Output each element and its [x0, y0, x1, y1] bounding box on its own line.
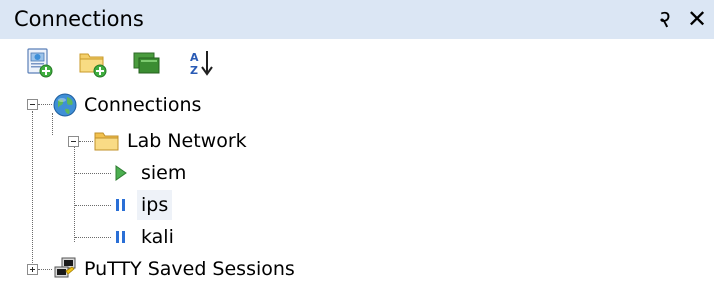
- screens-button[interactable]: [130, 46, 164, 80]
- connections-tree: Connections Lab Network siem ips kali Pu…: [0, 89, 714, 284]
- tree-node-connections[interactable]: Connections: [0, 90, 400, 120]
- folder-icon: [94, 132, 119, 151]
- tree-node-label: Lab Network: [127, 130, 247, 152]
- new-folder-button[interactable]: [76, 46, 110, 80]
- tree-node-siem[interactable]: siem: [0, 158, 400, 188]
- panel-title: Connections: [14, 7, 144, 31]
- connections-panel: Connections २ ✕ A Z Connections Lab Netw…: [0, 0, 714, 284]
- disconnected-pause-icon: [116, 231, 125, 243]
- tree-connector: [75, 205, 111, 206]
- disconnected-pause-icon: [116, 199, 125, 211]
- tree-connector: [75, 237, 111, 238]
- close-button[interactable]: ✕: [684, 4, 710, 34]
- tree-node-putty-sessions[interactable]: PuTTY Saved Sessions: [0, 254, 400, 284]
- connected-play-icon: [115, 165, 127, 181]
- new-connection-icon: [27, 48, 53, 78]
- new-folder-icon: [79, 53, 107, 78]
- putty-icon: [54, 257, 76, 278]
- collapse-toggle[interactable]: [27, 99, 38, 110]
- tree-connector: [79, 141, 93, 142]
- tree-node-kali[interactable]: kali: [0, 222, 400, 252]
- tree-node-label: Connections: [84, 94, 202, 116]
- screens-icon: [133, 52, 160, 74]
- tree-node-ips[interactable]: ips: [0, 190, 400, 220]
- tree-connector: [38, 104, 52, 105]
- new-connection-button[interactable]: [22, 46, 56, 80]
- pin-button[interactable]: २: [652, 4, 678, 34]
- tree-node-label: kali: [141, 226, 174, 248]
- panel-toolbar: A Z: [0, 39, 714, 89]
- tree-node-label: PuTTY Saved Sessions: [84, 258, 295, 280]
- svg-text:Z: Z: [190, 64, 198, 77]
- globe-icon: [53, 93, 77, 117]
- collapse-toggle[interactable]: [68, 136, 79, 147]
- tree-connector: [75, 173, 111, 174]
- sort-az-icon: A Z: [190, 51, 213, 77]
- tree-node-lab-network[interactable]: Lab Network: [0, 126, 400, 156]
- tree-node-label: ips: [137, 190, 173, 220]
- sort-button[interactable]: A Z: [184, 46, 218, 80]
- svg-text:A: A: [190, 51, 199, 64]
- tree-connector: [38, 269, 52, 270]
- tree-node-label: siem: [141, 162, 187, 184]
- expand-toggle[interactable]: [27, 264, 38, 275]
- panel-titlebar: Connections २ ✕: [0, 0, 714, 39]
